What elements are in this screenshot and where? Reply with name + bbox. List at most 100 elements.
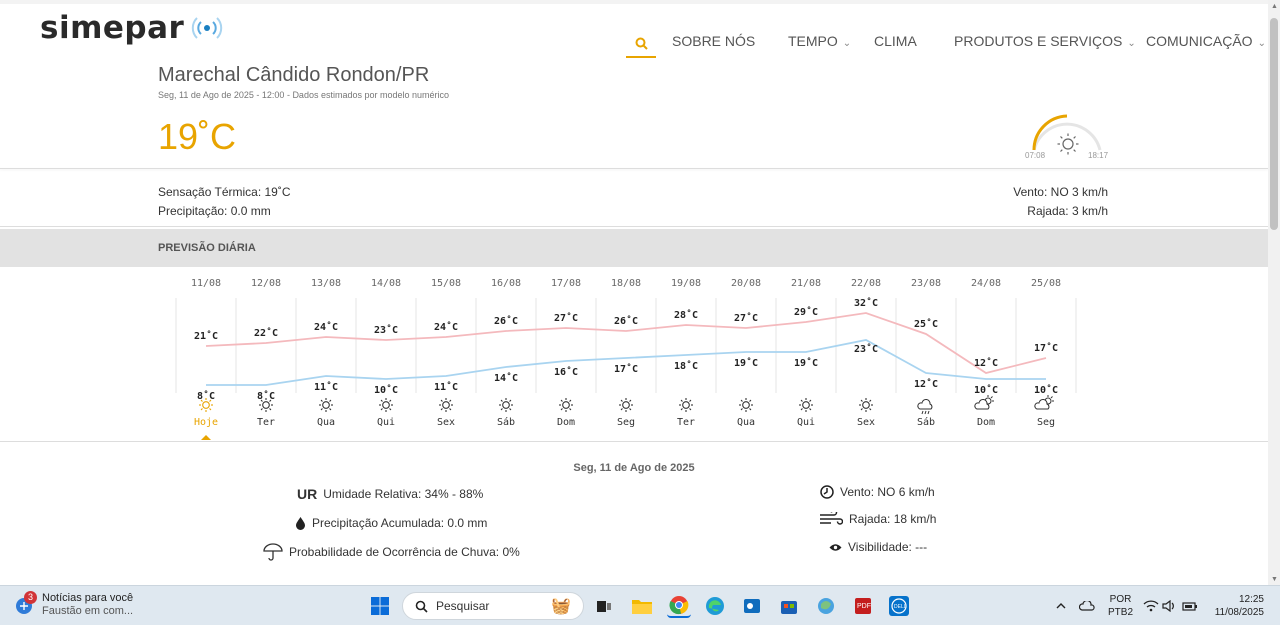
visibility-text: Visibilidade: ---	[848, 540, 928, 554]
chevron-down-icon: ⌄	[1257, 38, 1266, 49]
detail-gust-row: Rajada: 18 km/h	[819, 512, 936, 526]
min-temp-label: 12˚C	[914, 378, 938, 390]
edge-icon[interactable]	[703, 594, 727, 618]
sun-arc-widget: 07:08 18:17	[1025, 114, 1109, 160]
max-temp-label: 32˚C	[854, 297, 878, 309]
nav-comunicacao[interactable]: COMUNICAÇÃO ⌄	[1146, 33, 1266, 49]
scroll-thumb[interactable]	[1270, 18, 1278, 230]
date-label: 18/08	[611, 278, 641, 289]
max-temp-label: 26˚C	[494, 315, 518, 327]
weekday-label: Qua	[317, 417, 335, 428]
min-temp-label: 8˚C	[197, 390, 215, 402]
max-temp-label: 26˚C	[614, 315, 638, 327]
windows-taskbar: 3 Notícias para você Faustão em com... P…	[0, 585, 1280, 625]
task-view-icon[interactable]	[592, 594, 616, 618]
date-label: 22/08	[851, 278, 881, 289]
max-temp-label: 29˚C	[794, 306, 818, 318]
weekday-label: Seg	[617, 417, 635, 428]
wind-gust-icon	[819, 512, 843, 526]
nav-clima[interactable]: CLIMA	[874, 33, 917, 49]
windows-start-icon[interactable]	[368, 594, 392, 618]
min-temp-label: 19˚C	[794, 357, 818, 369]
file-explorer-icon[interactable]	[630, 594, 654, 618]
precip-acc-row: Precipitação Acumulada: 0.0 mm	[295, 516, 487, 530]
min-temp-label: 10˚C	[1034, 384, 1058, 396]
weekday-label: Seg	[1037, 417, 1055, 428]
nav-tempo[interactable]: TEMPO ⌄	[788, 33, 851, 49]
partly-cloudy-icon	[974, 395, 994, 410]
search-highlight-icon: 🧺	[551, 598, 571, 615]
precipitation: Precipitação: 0.0 mm	[158, 204, 271, 218]
news-widget[interactable]: 3 Notícias para você Faustão em com...	[14, 591, 134, 618]
outlook-icon[interactable]	[740, 594, 764, 618]
min-temp-label: 17˚C	[614, 363, 638, 375]
min-temp-label: 18˚C	[674, 360, 698, 372]
input-language[interactable]: POR PTB2	[1108, 593, 1133, 619]
max-temp-label: 17˚C	[1034, 342, 1058, 354]
simepar-logo[interactable]: simepar	[40, 10, 224, 46]
sun-icon	[439, 398, 453, 412]
battery-icon[interactable]	[1181, 594, 1199, 618]
date-label: 19/08	[671, 278, 701, 289]
chrome-icon[interactable]	[667, 594, 691, 618]
humidity-text: Umidade Relativa: 34% - 88%	[323, 487, 484, 501]
taskbar-search[interactable]: Pesquisar 🧺	[402, 592, 584, 620]
max-temp-label: 22˚C	[254, 327, 278, 339]
search-placeholder: Pesquisar	[436, 599, 490, 613]
nav-sobre-nos[interactable]: SOBRE NÓS	[672, 33, 755, 49]
rain-cloud-icon	[917, 399, 933, 415]
precip-acc-text: Precipitação Acumulada: 0.0 mm	[312, 516, 488, 530]
news-subtitle: Faustão em com...	[42, 605, 134, 617]
sun-icon	[499, 398, 513, 412]
svg-text:DELL: DELL	[894, 604, 907, 610]
max-temp-label: 21˚C	[194, 330, 218, 342]
min-temp-label: 14˚C	[494, 372, 518, 384]
nav-produtos-servicos[interactable]: PRODUTOS E SERVIÇOS ⌄	[954, 33, 1136, 49]
news-icon: 3	[14, 591, 37, 616]
divider	[0, 168, 1268, 169]
nav-search-button[interactable]	[626, 30, 656, 58]
weekday-label: Ter	[257, 417, 275, 428]
max-temp-label: 27˚C	[734, 312, 758, 324]
pdf-icon[interactable]: PDF	[851, 594, 875, 618]
chevron-down-icon: ⌄	[842, 38, 852, 49]
date-label: 13/08	[311, 278, 341, 289]
weekday-label: Qui	[797, 417, 815, 428]
current-info-right: Vento: NO 3 km/h Rajada: 3 km/h	[1013, 183, 1108, 221]
page-scrollbar[interactable]: ▲ ▼	[1268, 0, 1280, 585]
weekday-label: Sex	[437, 417, 455, 428]
max-temp-label: 24˚C	[434, 321, 458, 333]
dell-icon[interactable]: DELL	[887, 594, 911, 618]
onedrive-icon[interactable]	[1078, 594, 1096, 618]
selected-day-title: Seg, 11 de Ago de 2025	[573, 462, 695, 474]
scroll-down-arrow[interactable]: ▼	[1271, 576, 1278, 583]
max-temp-label: 24˚C	[314, 321, 338, 333]
weekday-label: Dom	[977, 417, 995, 428]
svg-text:PDF: PDF	[857, 603, 871, 610]
volume-icon[interactable]	[1161, 594, 1179, 618]
weekday-label: Qua	[737, 417, 755, 428]
humidity-row: UR Umidade Relativa: 34% - 88%	[297, 486, 483, 502]
rain-prob-text: Probabilidade de Ocorrência de Chuva: 0%	[289, 545, 520, 559]
city-title: Marechal Cândido Rondon/PR	[158, 64, 430, 86]
news-title: Notícias para você	[42, 592, 134, 604]
wifi-icon[interactable]	[1142, 594, 1160, 618]
max-temp-label: 12˚C	[974, 357, 998, 369]
detail-gust-text: Rajada: 18 km/h	[849, 512, 937, 526]
system-clock[interactable]: 12:25 11/08/2025	[1215, 593, 1264, 619]
drop-icon	[295, 516, 306, 530]
search-icon	[415, 600, 428, 613]
sun-icon	[319, 398, 333, 412]
tray-chevron-up-icon[interactable]	[1053, 594, 1069, 618]
divider	[0, 441, 1268, 442]
weekday-label: Sáb	[917, 416, 935, 428]
app-icon[interactable]	[814, 594, 838, 618]
date-label: 21/08	[791, 278, 821, 289]
scroll-up-arrow[interactable]: ▲	[1271, 3, 1278, 10]
max-temp-label: 25˚C	[914, 318, 938, 330]
feels-like: Sensação Térmica: 19˚C	[158, 185, 291, 199]
signal-waves-icon	[192, 17, 223, 39]
chevron-down-icon: ⌄	[1127, 38, 1136, 49]
sun-icon	[619, 398, 633, 412]
store-icon[interactable]	[777, 594, 801, 618]
